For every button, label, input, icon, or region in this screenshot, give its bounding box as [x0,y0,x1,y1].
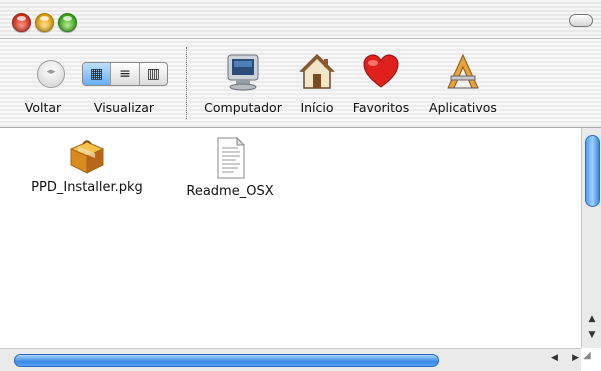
vertical-scroll-thumb[interactable] [585,135,600,207]
file-name: PPD_Installer.pkg [31,180,143,195]
resize-grip-icon[interactable]: ◢ [583,350,599,368]
back-arrow-icon: ◂▸ [46,67,56,77]
list-view-icon[interactable]: ≡ [111,63,140,85]
computer-item[interactable]: Computador [200,39,286,127]
file-item-readme[interactable]: Readme_OSX [180,136,280,199]
file-name: Readme_OSX [186,184,274,199]
applications-item[interactable]: Aplicativos [424,39,502,127]
back-item[interactable]: ◂▸ Voltar [8,39,78,127]
back-button[interactable]: ◂▸ [37,60,65,88]
computer-icon [227,54,259,91]
icon-view-icon[interactable]: ▦ [83,63,112,85]
toolbar-separator [186,47,187,119]
zoom-button[interactable] [58,13,77,32]
vertical-scrollbar[interactable]: ▲ ▼ [581,128,601,348]
scroll-up-icon[interactable]: ▲ [582,314,601,330]
favorites-label: Favoritos [352,100,410,115]
package-icon [69,140,105,174]
applications-icon [447,53,479,89]
computer-label: Computador [204,100,282,115]
scroll-right-icon[interactable]: ▶ [572,353,579,366]
back-label: Voltar [24,100,62,115]
file-area[interactable]: PPD_Installer.pkg Readme_OSX [0,128,581,348]
view-label: Visualizar [93,100,155,115]
home-item[interactable]: Início [294,39,340,127]
view-item: ▦ ≡ ▥ Visualizar [78,39,170,127]
toolbar: ◂▸ Voltar ▦ ≡ ▥ Visualizar Computador In… [0,39,601,128]
home-icon [299,53,335,89]
column-view-icon[interactable]: ▥ [140,63,167,85]
text-document-icon [217,136,246,179]
minimize-button[interactable] [35,13,54,32]
horizontal-scroll-thumb[interactable] [14,354,439,367]
finder-window: ◂▸ Voltar ▦ ≡ ▥ Visualizar Computador In… [0,0,601,371]
horizontal-scroll-arrows: ◀ ▶ [551,353,579,366]
title-bar[interactable] [0,0,601,39]
home-label: Início [300,100,334,115]
horizontal-scrollbar[interactable]: ◀ ▶ [0,348,581,371]
view-segmented-control[interactable]: ▦ ≡ ▥ [82,62,168,86]
applications-label: Aplicativos [429,100,497,115]
scroll-down-icon[interactable]: ▼ [582,330,601,346]
toolbar-toggle-button[interactable] [569,14,593,27]
favorites-item[interactable]: Favoritos [348,39,414,127]
scroll-left-icon[interactable]: ◀ [551,353,558,366]
heart-icon [363,54,399,88]
close-button[interactable] [12,13,31,32]
file-item-installer[interactable]: PPD_Installer.pkg [28,136,146,195]
